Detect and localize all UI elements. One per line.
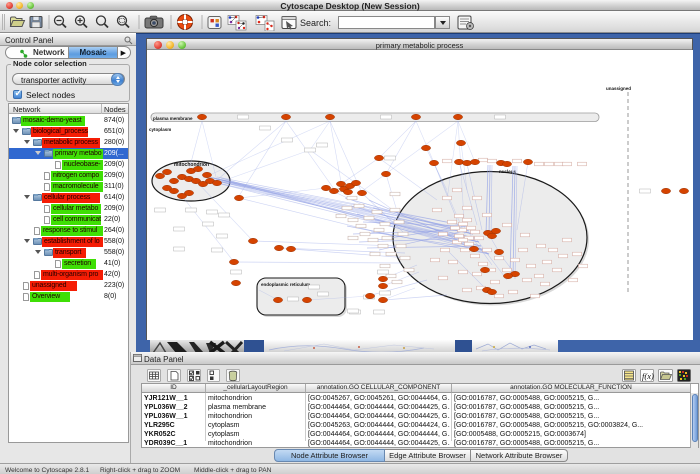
svg-text:nucleus: nucleus	[499, 169, 517, 174]
svg-text:f(x): f(x)	[642, 371, 654, 381]
svg-text:cytoplasm: cytoplasm	[149, 127, 171, 132]
svg-text:mitochondrion: mitochondrion	[174, 162, 209, 168]
svg-text:endoplasmic reticulum: endoplasmic reticulum	[261, 282, 310, 287]
svg-text:plasma membrane: plasma membrane	[153, 116, 193, 121]
svg-text:unassigned: unassigned	[606, 86, 631, 91]
